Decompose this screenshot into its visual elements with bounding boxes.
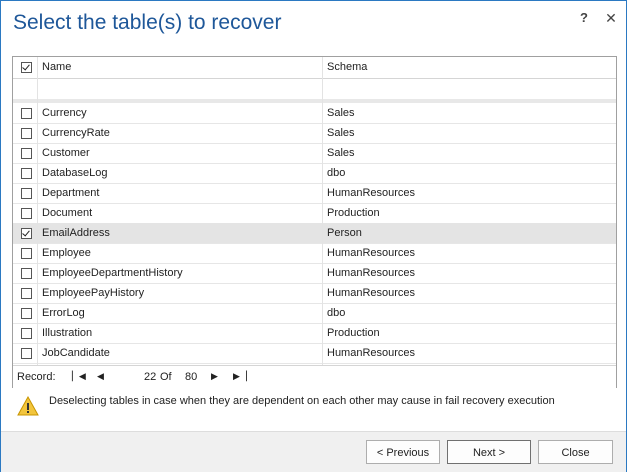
dialog-title: Select the table(s) to recover	[13, 11, 282, 34]
table-row[interactable]: Illustration Production	[13, 323, 616, 344]
current-record[interactable]: 22	[144, 367, 156, 387]
table-schema: dbo	[327, 307, 346, 319]
column-header-schema[interactable]: Schema	[327, 57, 367, 77]
row-checkbox[interactable]	[21, 208, 32, 219]
help-button[interactable]: ?	[575, 9, 593, 27]
table-row[interactable]: JobCandidate HumanResources	[13, 343, 616, 364]
row-checkbox[interactable]	[21, 168, 32, 179]
column-divider	[322, 57, 323, 365]
record-label: Record:	[17, 371, 56, 383]
table-name: Illustration	[42, 327, 93, 339]
previous-button[interactable]: < Previous	[366, 440, 440, 464]
grid-header: Name Schema	[13, 57, 616, 79]
table-name: EmailAddress	[42, 227, 110, 239]
dialog-footer: < Previous Next > Close	[1, 431, 626, 472]
record-navigator: Record: ▏◀ ◀ 22 Of 80 ▶ ▶▕	[13, 365, 616, 388]
recover-dialog: Select the table(s) to recover ? ✕ Name …	[0, 0, 627, 472]
table-schema: HumanResources	[327, 187, 416, 199]
row-checkbox[interactable]	[21, 348, 32, 359]
next-record-button[interactable]: ▶	[211, 371, 218, 382]
next-button[interactable]: Next >	[447, 440, 531, 464]
table-schema: HumanResources	[327, 287, 416, 299]
table-row[interactable]: DatabaseLog dbo	[13, 163, 616, 184]
table-name: JobCandidate	[42, 347, 110, 359]
row-checkbox[interactable]	[21, 108, 32, 119]
row-checkbox[interactable]	[21, 248, 32, 259]
table-name: Customer	[42, 147, 90, 159]
close-window-button[interactable]: ✕	[602, 9, 620, 27]
row-checkbox[interactable]	[21, 188, 32, 199]
table-row[interactable]: EmployeeDepartmentHistory HumanResources	[13, 263, 616, 284]
table-row[interactable]: Currency Sales	[13, 103, 616, 124]
table-schema: Production	[327, 207, 380, 219]
table-name: ErrorLog	[42, 307, 85, 319]
row-checkbox[interactable]	[21, 308, 32, 319]
table-schema: HumanResources	[327, 347, 416, 359]
row-checkbox[interactable]	[21, 228, 32, 239]
table-schema: Production	[327, 327, 380, 339]
column-header-name[interactable]: Name	[42, 57, 71, 77]
table-row[interactable]: CurrencyRate Sales	[13, 123, 616, 144]
tables-grid: Name Schema Currency Sales CurrencyRate Sal…	[12, 56, 617, 388]
table-name: Document	[42, 207, 93, 219]
warning-message: Deselecting tables in case when they are…	[49, 395, 555, 407]
row-checkbox[interactable]	[21, 328, 32, 339]
select-all-checkbox[interactable]	[21, 62, 32, 73]
table-schema: dbo	[327, 167, 346, 179]
table-row[interactable]: ErrorLog dbo	[13, 303, 616, 324]
total-records: 80	[185, 371, 198, 383]
close-button[interactable]: Close	[538, 440, 613, 464]
last-record-button[interactable]: ▶▕	[233, 371, 247, 382]
table-row[interactable]: EmailAddress Person	[13, 223, 616, 244]
table-name: Department	[42, 187, 100, 199]
filter-row[interactable]	[13, 79, 616, 100]
table-name: Currency	[42, 107, 87, 119]
table-row[interactable]: Customer Sales	[13, 143, 616, 164]
table-schema: Sales	[327, 127, 355, 139]
table-name: CurrencyRate	[42, 127, 110, 139]
row-checkbox[interactable]	[21, 128, 32, 139]
row-checkbox[interactable]	[21, 268, 32, 279]
table-name: EmployeePayHistory	[42, 287, 145, 299]
row-checkbox[interactable]	[21, 148, 32, 159]
table-schema: HumanResources	[327, 267, 416, 279]
table-row[interactable]: Department HumanResources	[13, 183, 616, 204]
previous-record-button[interactable]: ◀	[97, 371, 104, 382]
warning-icon	[17, 396, 39, 416]
row-checkbox[interactable]	[21, 288, 32, 299]
table-row[interactable]: Document Production	[13, 203, 616, 224]
column-divider	[37, 57, 38, 365]
table-row[interactable]: Employee HumanResources	[13, 243, 616, 264]
first-record-button[interactable]: ▏◀	[72, 371, 86, 382]
table-schema: Person	[327, 227, 362, 239]
table-name: EmployeeDepartmentHistory	[42, 267, 183, 279]
table-schema: HumanResources	[327, 247, 416, 259]
table-row[interactable]: EmployeePayHistory HumanResources	[13, 283, 616, 304]
record-of-label: Of	[160, 371, 172, 383]
table-name: DatabaseLog	[42, 167, 108, 179]
table-schema: Sales	[327, 107, 355, 119]
table-name: Employee	[42, 247, 91, 259]
table-schema: Sales	[327, 147, 355, 159]
